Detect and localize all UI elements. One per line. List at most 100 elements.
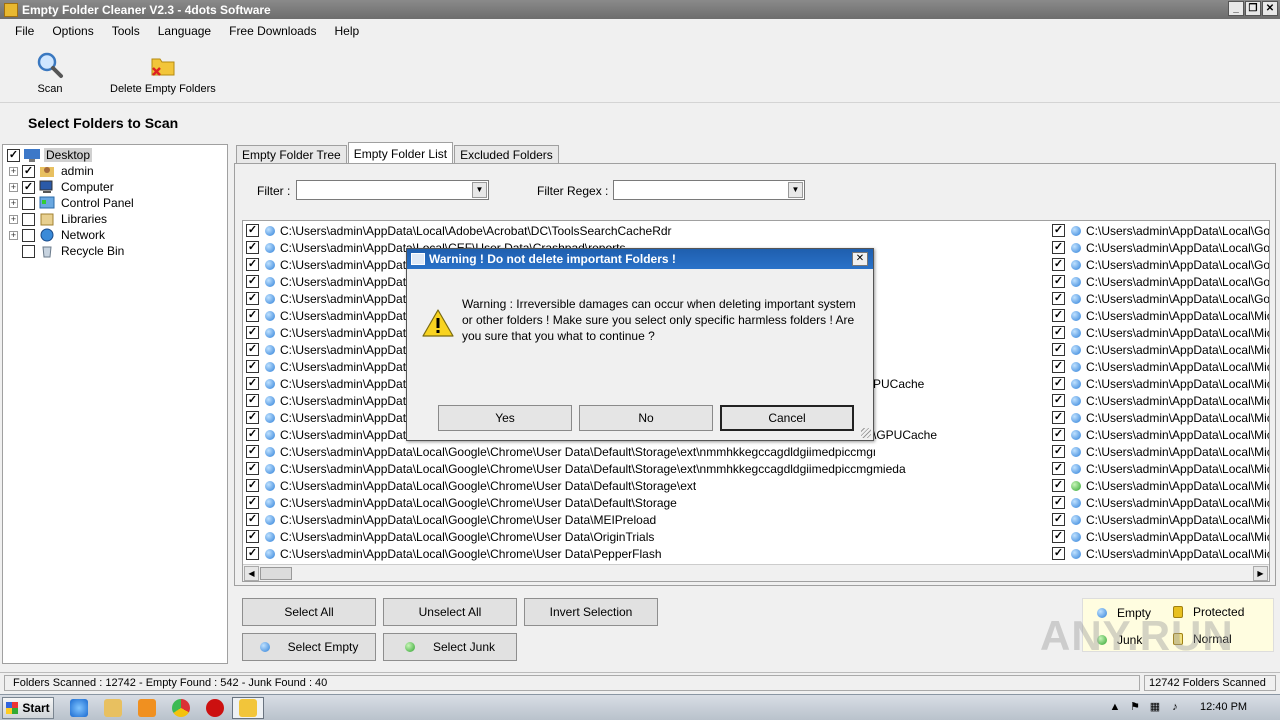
row-checkbox[interactable]: ✓ [1052, 513, 1065, 526]
scroll-thumb[interactable] [260, 567, 292, 580]
explorer-icon[interactable] [104, 699, 122, 717]
list-item[interactable]: ✓ C:\Users\admin\AppData\Local\Micr [1052, 494, 1269, 511]
list-item[interactable]: ✓ C:\Users\admin\AppData\Local\Micr [1052, 477, 1269, 494]
dialog-close-button[interactable]: ✕ [852, 252, 868, 266]
menu-options[interactable]: Options [43, 24, 102, 38]
row-checkbox[interactable]: ✓ [246, 411, 259, 424]
tree-item-desktop[interactable]: ✓ Desktop [7, 147, 93, 163]
row-checkbox[interactable]: ✓ [246, 547, 259, 560]
row-checkbox[interactable]: ✓ [246, 462, 259, 475]
tray-network-icon[interactable]: ▦ [1148, 700, 1162, 714]
scan-button[interactable]: Scan [36, 51, 64, 95]
select-empty-button[interactable]: Select Empty [242, 633, 376, 661]
list-item[interactable]: ✓ C:\Users\admin\AppData\Local\Micr [1052, 341, 1269, 358]
no-button[interactable]: No [579, 405, 713, 431]
row-checkbox[interactable]: ✓ [1052, 258, 1065, 271]
row-checkbox[interactable]: ✓ [246, 377, 259, 390]
list-item[interactable]: ✓ C:\Users\admin\AppData\ [246, 409, 416, 426]
menu-help[interactable]: Help [325, 24, 368, 38]
menu-free-downloads[interactable]: Free Downloads [220, 24, 325, 38]
list-item[interactable]: ✓ C:\Users\admin\AppData\ [246, 426, 416, 443]
row-checkbox[interactable]: ✓ [246, 224, 259, 237]
list-item[interactable]: ✓ C:\Users\admin\AppData\ [246, 290, 416, 307]
delete-empty-folders-button[interactable]: Delete Empty Folders [110, 51, 216, 95]
list-item[interactable]: ✓ C:\Users\admin\AppData\Local\Micr [1052, 307, 1269, 324]
row-checkbox[interactable]: ✓ [1052, 462, 1065, 475]
scroll-right-icon[interactable]: ▶ [1253, 566, 1268, 581]
row-checkbox[interactable]: ✓ [1052, 445, 1065, 458]
row-checkbox[interactable]: ✓ [1052, 377, 1065, 390]
list-item[interactable]: ✓ C:\Users\admin\AppData\ [246, 307, 416, 324]
tree-checkbox[interactable] [22, 196, 35, 210]
expand-icon[interactable]: + [9, 166, 18, 176]
row-checkbox[interactable]: ✓ [1052, 309, 1065, 322]
row-checkbox[interactable]: ✓ [246, 275, 259, 288]
expand-icon[interactable]: + [9, 230, 18, 240]
list-item[interactable]: ✓ C:\Users\admin\AppData\Local\Google\Chr… [246, 460, 906, 477]
row-checkbox[interactable]: ✓ [1052, 275, 1065, 288]
row-checkbox[interactable]: ✓ [246, 326, 259, 339]
list-item[interactable]: ✓ C:\Users\admin\AppData\Local\Micr [1052, 375, 1269, 392]
expand-icon[interactable]: + [9, 198, 18, 208]
select-all-button[interactable]: Select All [242, 598, 376, 626]
cancel-button[interactable]: Cancel [720, 405, 854, 431]
row-checkbox[interactable]: ✓ [246, 445, 259, 458]
row-checkbox[interactable]: ✓ [1052, 496, 1065, 509]
row-checkbox[interactable]: ✓ [1052, 360, 1065, 373]
list-item[interactable]: ✓ C:\Users\admin\AppData\Local\Google\Chr… [246, 443, 875, 460]
tree-checkbox[interactable] [22, 228, 35, 242]
row-checkbox[interactable]: ✓ [246, 530, 259, 543]
list-item[interactable]: ✓ C:\Users\admin\AppData\Local\Micr [1052, 426, 1269, 443]
list-item[interactable]: ✓ C:\Users\admin\AppData\Local\Micr [1052, 409, 1269, 426]
tray-flag-icon[interactable]: ⚑ [1128, 700, 1142, 714]
tree-item-network[interactable]: + Network [9, 227, 107, 243]
list-item[interactable]: ✓ C:\Users\admin\AppData\Local\Micr [1052, 392, 1269, 409]
tree-checkbox[interactable]: ✓ [7, 148, 20, 162]
list-item[interactable]: ✓ C:\Users\admin\AppData\Local\Google\Chr… [246, 477, 696, 494]
list-item[interactable]: ✓ C:\Users\admin\AppData\Local\Google\Chr… [246, 545, 662, 562]
tab-empty-folder-list[interactable]: Empty Folder List [347, 142, 454, 164]
resize-grip-icon[interactable] [861, 428, 871, 438]
invert-selection-button[interactable]: Invert Selection [524, 598, 658, 626]
horizontal-scrollbar[interactable]: ◀ ▶ [243, 564, 1269, 581]
tree-checkbox[interactable]: ✓ [22, 164, 35, 178]
unselect-all-button[interactable]: Unselect All [383, 598, 517, 626]
tree-item-admin[interactable]: + ✓ admin [9, 163, 96, 179]
filter-combo[interactable]: ▼ [296, 180, 489, 200]
list-item[interactable]: ✓ C:\Users\admin\AppData\Local\Goog [1052, 273, 1269, 290]
row-checkbox[interactable]: ✓ [1052, 479, 1065, 492]
list-item[interactable]: ✓ C:\Users\admin\AppData\Local\Goog [1052, 239, 1269, 256]
dropdown-arrow-icon[interactable]: ▼ [788, 182, 803, 198]
row-checkbox[interactable]: ✓ [246, 479, 259, 492]
menu-language[interactable]: Language [149, 24, 220, 38]
list-item[interactable]: ✓ C:\Users\admin\AppData\ [246, 273, 416, 290]
expand-icon[interactable]: + [9, 182, 18, 192]
list-item[interactable]: ✓ C:\Users\admin\AppData\Local\Adobe\Acro… [246, 222, 672, 239]
taskbar-empty-folder-cleaner[interactable] [232, 697, 264, 719]
list-item[interactable]: ✓ C:\Users\admin\AppData\Local\Micr [1052, 511, 1269, 528]
yes-button[interactable]: Yes [438, 405, 572, 431]
list-item[interactable]: ✓ C:\Users\admin\AppData\ [246, 324, 416, 341]
menu-tools[interactable]: Tools [103, 24, 149, 38]
minimize-button[interactable]: _ [1228, 1, 1244, 16]
list-item[interactable]: ✓ C:\Users\admin\AppData\Local\Goog [1052, 256, 1269, 273]
row-checkbox[interactable]: ✓ [1052, 343, 1065, 356]
row-checkbox[interactable]: ✓ [246, 343, 259, 356]
menu-file[interactable]: File [6, 24, 43, 38]
tree-item-libraries[interactable]: + Libraries [9, 211, 109, 227]
restore-button[interactable]: ❐ [1245, 1, 1261, 16]
row-checkbox[interactable]: ✓ [246, 258, 259, 271]
row-checkbox[interactable]: ✓ [1052, 547, 1065, 560]
close-button[interactable]: ✕ [1262, 1, 1278, 16]
opera-icon[interactable] [206, 699, 224, 717]
tree-checkbox[interactable] [22, 212, 35, 226]
row-checkbox[interactable]: ✓ [1052, 241, 1065, 254]
row-checkbox[interactable]: ✓ [246, 309, 259, 322]
list-item[interactable]: ✓ C:\Users\admin\AppData\Local\Micr [1052, 324, 1269, 341]
row-checkbox[interactable]: ✓ [1052, 411, 1065, 424]
row-checkbox[interactable]: ✓ [1052, 224, 1065, 237]
row-checkbox[interactable]: ✓ [1052, 326, 1065, 339]
list-item[interactable]: ✓ C:\Users\admin\AppData\ [246, 341, 416, 358]
list-item[interactable]: ✓ C:\Users\admin\AppData\Local\Micr [1052, 545, 1269, 562]
list-item[interactable]: ✓ C:\Users\admin\AppData\Local\Google\Chr… [246, 528, 654, 545]
